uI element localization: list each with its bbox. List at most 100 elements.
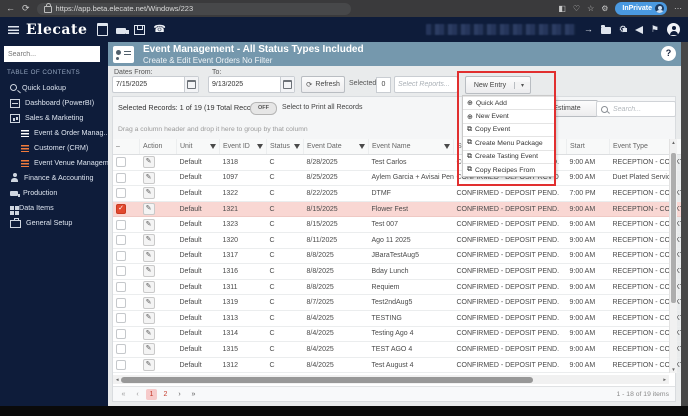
browser-menu-icon[interactable]: ⋯ (674, 4, 682, 13)
filter-funnel-icon[interactable] (257, 144, 263, 149)
scroll-down-icon[interactable]: ▼ (670, 367, 677, 372)
filter-funnel-icon[interactable] (294, 144, 300, 149)
row-checkbox[interactable] (116, 235, 126, 246)
hamburger-menu-icon[interactable] (8, 25, 19, 34)
dates-from-input[interactable] (113, 81, 184, 88)
back-icon[interactable]: ← (6, 4, 15, 13)
sidebar-item[interactable]: Dashboard (PowerBI) (0, 95, 108, 110)
row-checkbox[interactable] (116, 344, 126, 355)
table-row[interactable]: ✎ Default 1323 C 8/15/2025 Test 007 CONF… (113, 216, 688, 233)
menu-item[interactable]: ⧉ Copy Event (463, 122, 555, 136)
row-checkbox[interactable] (116, 188, 126, 199)
help-icon[interactable]: ? (661, 46, 676, 61)
row-checkbox[interactable] (116, 219, 126, 230)
table-row[interactable]: ✎ Default 1097 C 8/25/2025 Aylem Garcia … (113, 170, 688, 187)
table-row[interactable]: ✎ Default 1320 C 8/11/2025 Ago 11 2025 C… (113, 232, 688, 249)
new-entry-caret-icon[interactable]: ▾ (514, 81, 530, 89)
edit-row-button[interactable]: ✎ (142, 265, 155, 278)
page-number-button[interactable]: 1 (146, 388, 157, 400)
dates-to-input[interactable] (209, 81, 280, 88)
edit-row-button[interactable]: ✎ (142, 187, 155, 200)
table-row[interactable]: ✎ Default 1313 C 8/4/2025 TESTING CONFIR… (113, 310, 688, 327)
account-icon[interactable] (667, 23, 680, 36)
sidebar-item[interactable]: Customer (CRM) (0, 140, 108, 155)
row-checkbox[interactable] (116, 297, 126, 308)
menu-item[interactable]: ⊕ Quick Add (463, 96, 555, 109)
edit-row-button[interactable]: ✎ (142, 327, 155, 340)
row-checkbox[interactable]: ✓ (116, 204, 126, 215)
table-row[interactable]: ✎ Default 1319 C 8/7/2025 Test2ndAug5 CO… (113, 294, 688, 311)
column-header[interactable]: Event ID (219, 139, 267, 155)
next-page-button[interactable]: › (174, 389, 185, 400)
sidebar-item[interactable]: Quick Lookup (0, 80, 108, 95)
filter-funnel-icon[interactable] (210, 144, 216, 149)
prev-page-button[interactable]: ‹ (132, 389, 143, 400)
scroll-left-icon[interactable]: ◄ (115, 377, 119, 382)
phone-icon[interactable]: ☎ (153, 24, 165, 35)
inprivate-badge[interactable]: InPrivate (615, 2, 667, 15)
page-number-button[interactable]: 2 (160, 389, 171, 400)
sidebar-item[interactable]: Sales & Marketing (0, 110, 108, 125)
column-header[interactable]: Start (566, 139, 610, 155)
column-header[interactable]: Action (139, 139, 177, 155)
column-header[interactable]: Event Name (368, 139, 454, 155)
delivery-truck-icon[interactable] (116, 27, 130, 34)
row-checkbox[interactable] (116, 313, 126, 324)
folder-icon[interactable] (600, 25, 611, 34)
scroll-right-icon[interactable]: ► (663, 377, 667, 382)
row-checkbox[interactable] (116, 360, 126, 371)
edit-row-button[interactable]: ✎ (142, 249, 155, 262)
select-reports-input[interactable] (395, 81, 457, 88)
filter-funnel-icon[interactable] (359, 144, 365, 149)
row-checkbox[interactable] (116, 250, 126, 261)
vertical-scroll-thumb[interactable] (671, 153, 676, 303)
dates-to-calendar-button[interactable] (280, 77, 294, 92)
browser-essentials-icon[interactable]: ♡ (573, 4, 580, 13)
edit-row-button[interactable]: ✎ (142, 281, 155, 294)
edit-row-button[interactable]: ✎ (142, 296, 155, 309)
edit-row-button[interactable]: ✎ (142, 312, 155, 325)
table-row[interactable]: ✎ Default 1316 C 8/8/2025 Bday Lunch CON… (113, 263, 688, 280)
edit-row-button[interactable]: ✎ (142, 156, 155, 169)
split-screen-icon[interactable]: ◧ (558, 4, 566, 13)
horizontal-scrollbar[interactable]: ◄ ► (113, 375, 669, 384)
horizontal-scroll-thumb[interactable] (121, 376, 533, 383)
table-row[interactable]: ✎ Default 1314 C 8/4/2025 Testing Ago 4 … (113, 326, 688, 343)
last-page-button[interactable]: » (188, 389, 199, 400)
table-row[interactable]: ✎ Default 1312 C 8/4/2025 Test August 4 … (113, 357, 688, 374)
sidebar-item[interactable]: Data Items (0, 200, 108, 215)
first-page-button[interactable]: « (118, 389, 129, 400)
row-checkbox[interactable] (116, 172, 126, 183)
calendar-icon[interactable] (97, 23, 109, 36)
table-row[interactable]: ✎ Default 1318 C 8/28/2025 Test Carlos C… (113, 154, 688, 171)
refresh-button[interactable]: ⟳ Refresh (301, 76, 345, 93)
menu-item[interactable]: ⧉ Create Tasting Event (463, 149, 555, 163)
edit-row-button[interactable]: ✎ (142, 171, 155, 184)
edit-row-button[interactable]: ✎ (142, 218, 155, 231)
vertical-scrollbar[interactable]: ▲ ▼ (669, 139, 677, 373)
row-checkbox[interactable] (116, 157, 126, 168)
extensions-icon[interactable]: ⚙ (601, 4, 608, 13)
grid-search-input[interactable] (611, 104, 671, 114)
filter-funnel-icon[interactable] (444, 144, 450, 149)
sidebar-item[interactable]: Finance & Accounting (0, 170, 108, 185)
column-header[interactable]: Status (266, 139, 304, 155)
sidebar-item[interactable]: Production (0, 185, 108, 200)
menu-item[interactable]: ⧉ Create Menu Package (463, 136, 555, 149)
scroll-up-icon[interactable]: ▲ (670, 140, 677, 145)
table-row[interactable]: ✎ Default 1317 C 8/8/2025 JBaraTestAug5 … (113, 248, 688, 265)
edit-row-button[interactable]: ✎ (142, 234, 155, 247)
dates-from-calendar-button[interactable] (184, 77, 198, 92)
sidebar-search-input[interactable] (4, 46, 100, 62)
column-header[interactable]: Unit (176, 139, 220, 155)
table-row[interactable]: ✎ Default 1322 C 8/22/2025 DTMF CONFIRME… (113, 185, 688, 202)
address-bar[interactable]: https://app.beta.elecate.net/Windows/223 (36, 2, 351, 15)
logout-icon[interactable]: → (584, 25, 593, 34)
row-checkbox[interactable] (116, 328, 126, 339)
announcements-icon[interactable] (622, 26, 643, 34)
table-row[interactable]: ✎ Default 1315 C 8/4/2025 TEST AGO 4 CON… (113, 341, 688, 358)
table-row[interactable]: ✎ Default 1311 C 8/8/2025 Requiem CONFIR… (113, 279, 688, 296)
sidebar-item[interactable]: Event Venue Management (0, 155, 108, 170)
row-checkbox[interactable] (116, 282, 126, 293)
package-icon[interactable] (134, 24, 146, 35)
